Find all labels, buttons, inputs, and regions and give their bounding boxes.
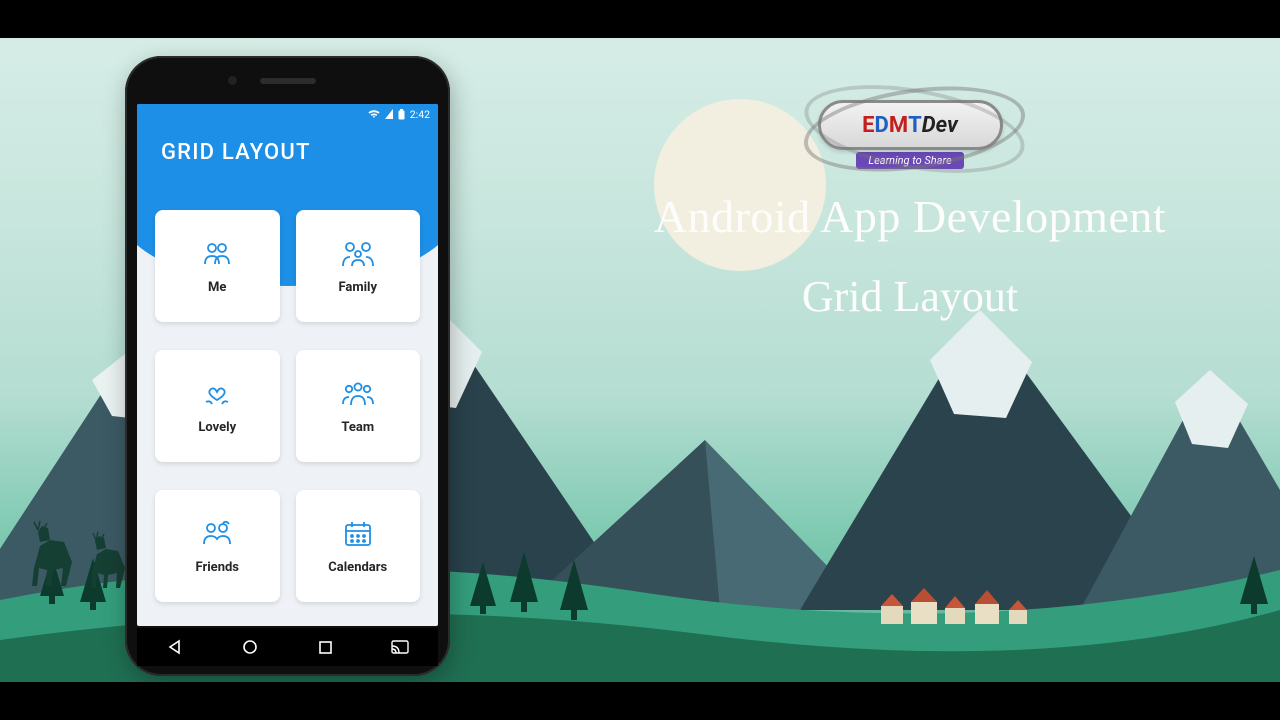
phone-screen: 2:42 GRID LAYOUT Me Family — [137, 104, 438, 626]
card-team[interactable]: Team — [296, 350, 421, 462]
card-label: Me — [208, 280, 226, 295]
card-label: Calendars — [328, 560, 387, 575]
brand-logo: EDMTDev Learning to Share — [770, 100, 1050, 169]
recents-button[interactable] — [315, 637, 335, 657]
village-illustration — [875, 582, 1045, 632]
grid-layout: Me Family Lovely Team — [137, 210, 438, 626]
status-bar: 2:42 — [137, 104, 438, 124]
status-time: 2:42 — [410, 108, 430, 121]
page-title: GRID LAYOUT — [137, 124, 438, 165]
wifi-icon — [368, 109, 380, 119]
brand-badge: EDMTDev — [818, 100, 1003, 150]
family-icon — [341, 237, 375, 271]
card-lovely[interactable]: Lovely — [155, 350, 280, 462]
card-label: Lovely — [198, 420, 236, 435]
heart-hands-icon — [200, 377, 234, 411]
signal-icon — [385, 109, 393, 119]
card-me[interactable]: Me — [155, 210, 280, 322]
title-block: Android App Development Grid Layout — [590, 190, 1230, 322]
person-icon — [200, 237, 234, 271]
cast-button[interactable] — [390, 637, 410, 657]
back-button[interactable] — [165, 637, 185, 657]
card-label: Family — [338, 280, 377, 295]
team-icon — [341, 377, 375, 411]
card-label: Team — [341, 420, 374, 435]
home-button[interactable] — [240, 637, 260, 657]
phone-mockup: 2:42 GRID LAYOUT Me Family — [125, 56, 450, 676]
card-label: Friends — [196, 560, 239, 575]
battery-icon — [398, 109, 405, 120]
title-line-1: Android App Development — [590, 190, 1230, 243]
phone-camera — [228, 76, 237, 85]
letterbox-top — [0, 0, 1280, 38]
calendar-icon — [341, 517, 375, 551]
android-nav-bar — [137, 628, 438, 666]
card-family[interactable]: Family — [296, 210, 421, 322]
friends-icon — [200, 517, 234, 551]
card-calendars[interactable]: Calendars — [296, 490, 421, 602]
deer-illustration — [20, 490, 140, 600]
phone-earpiece — [260, 78, 316, 84]
card-friends[interactable]: Friends — [155, 490, 280, 602]
title-line-2: Grid Layout — [590, 271, 1230, 322]
letterbox-bottom — [0, 682, 1280, 720]
